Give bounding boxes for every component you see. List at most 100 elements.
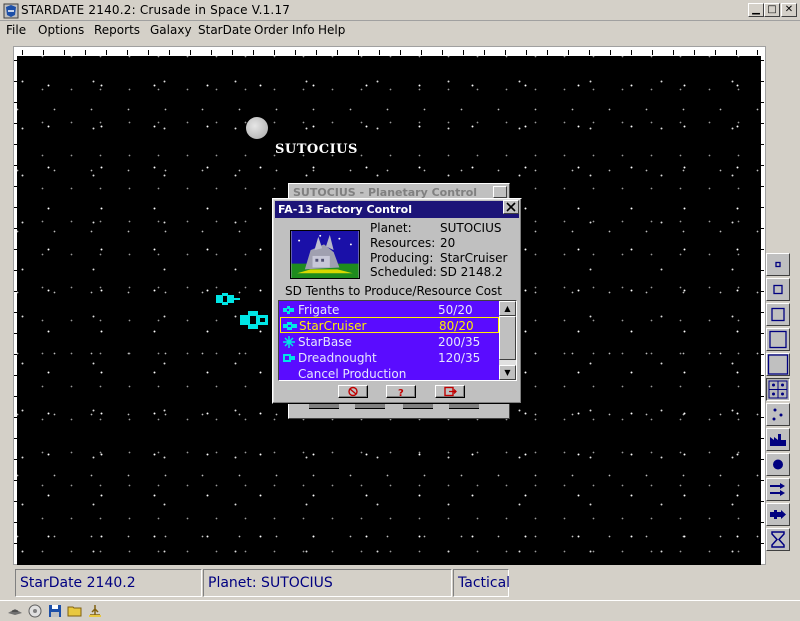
maximize-button[interactable]: □	[764, 3, 780, 17]
list-item-dreadnought[interactable]: Dreadnought 120/35	[280, 350, 499, 366]
menu-reports[interactable]: Reports	[94, 23, 140, 37]
menu-order-info[interactable]: Order Info	[254, 23, 315, 37]
item-cost: 120/35	[438, 351, 481, 365]
menu-file[interactable]: File	[6, 23, 26, 37]
ruler-tick	[631, 50, 632, 55]
ruler-tick	[337, 50, 338, 55]
cancel-icon	[348, 386, 358, 397]
ruler-tick	[316, 50, 317, 55]
ruler-tick	[442, 50, 443, 55]
fleet-attack-button[interactable]	[766, 503, 790, 526]
fleet-move-icon	[770, 483, 785, 496]
zoom-2-icon	[773, 284, 783, 295]
production-list[interactable]: Frigate 50/20 StarCruiser 80/20 StarBase…	[278, 300, 517, 381]
fleet-move-button[interactable]	[766, 478, 790, 501]
ruler-tick	[761, 144, 764, 145]
ruler-tick	[85, 50, 86, 55]
ruler-tick	[610, 50, 611, 55]
zoom-2-button[interactable]	[766, 278, 790, 301]
list-item-starbase[interactable]: StarBase 200/35	[280, 334, 499, 350]
planet-value: SUTOCIUS	[440, 221, 502, 235]
ruler-tick	[761, 354, 764, 355]
list-item-starcruiser[interactable]: StarCruiser 80/20	[280, 317, 499, 333]
ship-launch-icon[interactable]	[87, 603, 103, 619]
fleet-icon[interactable]	[238, 305, 272, 335]
factory-button[interactable]	[766, 428, 790, 451]
close-button[interactable]: ✕	[781, 3, 797, 17]
scroll-up-button[interactable]: ▲	[499, 301, 516, 316]
grid-icon	[768, 380, 788, 399]
producing-label: Producing:	[370, 251, 434, 265]
list-item-cancel-production[interactable]: Cancel Production	[280, 366, 499, 382]
grid-button[interactable]	[766, 378, 790, 401]
menu-galaxy[interactable]: Galaxy	[150, 23, 192, 37]
cancel-button[interactable]	[338, 385, 368, 398]
ruler-tick	[761, 270, 764, 271]
menu-options[interactable]: Options	[38, 23, 84, 37]
help-icon: ?	[398, 388, 404, 399]
ship-tool-icon[interactable]	[7, 603, 23, 619]
list-scrollbar[interactable]: ▲ ▼	[499, 301, 516, 380]
ruler-tick	[761, 60, 764, 61]
menu-stardate[interactable]: StarDate	[198, 23, 251, 37]
zoom-3-button[interactable]	[766, 303, 790, 326]
ruler-tick	[761, 102, 764, 103]
ruler-tick	[232, 50, 233, 55]
producing-info: Producing: StarCruiser	[370, 251, 507, 265]
help-button[interactable]: ?	[386, 385, 416, 399]
ruler-tick	[761, 165, 764, 166]
zoom-5-icon	[767, 354, 789, 375]
factory-close-button[interactable]	[503, 200, 519, 214]
ruler-tick	[253, 50, 254, 55]
ruler-tick	[761, 438, 764, 439]
ruler-tick	[715, 50, 716, 55]
ruler-tick	[568, 50, 569, 55]
minimize-button[interactable]: ▁	[748, 3, 764, 17]
ruler-tick	[736, 50, 737, 55]
ruler-tick	[761, 501, 764, 502]
menu-help[interactable]: Help	[318, 23, 345, 37]
ruler-tick	[761, 522, 764, 523]
ruler-tick	[421, 50, 422, 55]
bottom-toolbar	[0, 600, 800, 621]
ruler-tick	[761, 333, 764, 334]
save-icon[interactable]	[47, 603, 63, 619]
ruler-tick	[106, 50, 107, 55]
scroll-thumb[interactable]	[499, 316, 516, 360]
stars-button[interactable]	[766, 403, 790, 426]
zoom-5-button[interactable]	[766, 353, 790, 376]
scroll-down-button[interactable]: ▼	[499, 365, 516, 380]
factory-control-title: FA-13 Factory Control	[275, 201, 519, 218]
dreadnought-icon	[283, 354, 295, 362]
ruler-tick	[274, 50, 275, 55]
fleet-attack-icon	[770, 510, 786, 519]
ruler-tick	[761, 81, 764, 82]
disc-icon[interactable]	[27, 603, 43, 619]
ruler-tick	[211, 50, 212, 55]
hourglass-button[interactable]	[766, 528, 790, 551]
item-name: Dreadnought	[298, 351, 377, 365]
ruler-tick	[761, 459, 764, 460]
ruler-tick	[358, 50, 359, 55]
planetary-control-close-button[interactable]	[493, 186, 507, 198]
app-icon[interactable]	[3, 3, 19, 19]
ruler-tick	[127, 50, 128, 55]
planet-sutocius[interactable]	[246, 117, 268, 139]
factory-icon	[770, 434, 786, 446]
close-icon	[506, 202, 516, 212]
ruler-tick	[22, 50, 23, 55]
zoom-4-button[interactable]	[766, 328, 790, 351]
item-name: Cancel Production	[298, 367, 407, 381]
open-folder-icon[interactable]	[67, 603, 83, 619]
zoom-1-button[interactable]	[766, 253, 790, 276]
starbase-icon	[283, 336, 295, 348]
planet-label: SUTOCIUS	[275, 142, 358, 157]
exit-button[interactable]	[435, 385, 465, 398]
starcruiser-icon	[283, 322, 297, 330]
ruler-tick	[761, 186, 764, 187]
ruler-tick	[757, 50, 758, 55]
list-item-frigate[interactable]: Frigate 50/20	[280, 302, 499, 318]
item-cost: 200/35	[438, 335, 481, 349]
planet-button[interactable]	[766, 453, 790, 476]
ruler-tick	[43, 50, 44, 55]
